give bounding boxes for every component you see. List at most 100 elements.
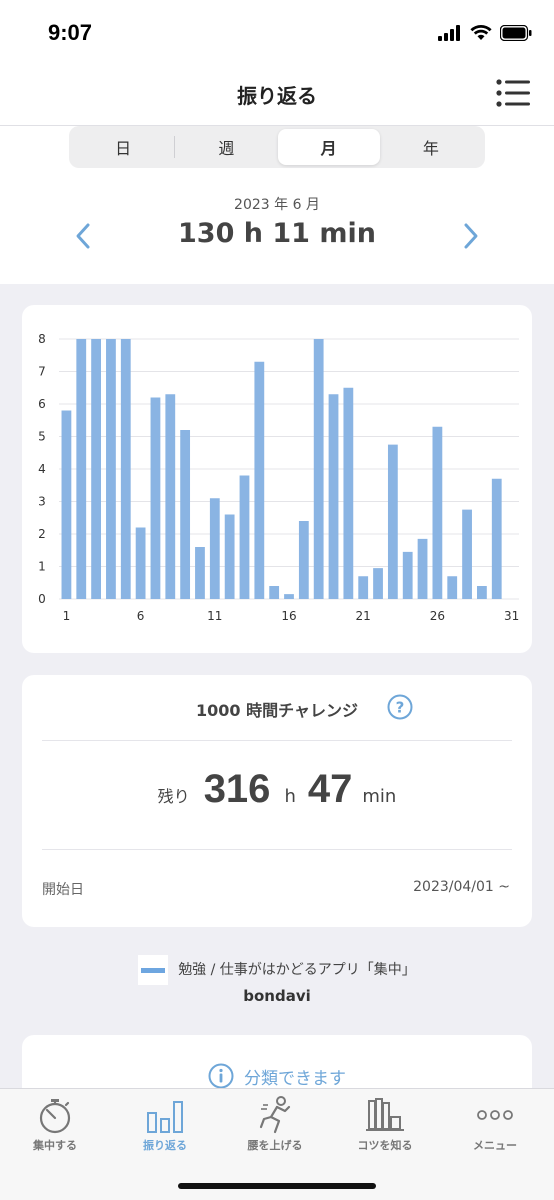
minutes-unit: min bbox=[362, 786, 397, 807]
x-tick-label: 11 bbox=[207, 609, 222, 623]
y-tick-label: 4 bbox=[38, 462, 46, 476]
chart-bar-day-10 bbox=[195, 547, 205, 599]
chart-bar-day-13 bbox=[239, 475, 250, 599]
signal-icon bbox=[438, 25, 460, 41]
status-time: 9:07 bbox=[48, 20, 93, 45]
chevron-right-icon[interactable] bbox=[458, 222, 482, 250]
x-tick-label: 21 bbox=[356, 609, 371, 623]
x-tick-label: 1 bbox=[63, 609, 71, 623]
chart-bar-day-8 bbox=[165, 394, 176, 599]
x-tick-label: 6 bbox=[137, 609, 145, 623]
chart-bar-day-17 bbox=[298, 521, 309, 599]
chart-bar-day-5 bbox=[120, 339, 131, 599]
chart-bar-day-19 bbox=[328, 394, 339, 599]
brand-name: bondavi bbox=[243, 987, 311, 1005]
period-segmented-control: 日 週 月 年 bbox=[69, 126, 485, 168]
chevron-left-icon[interactable] bbox=[72, 222, 96, 250]
tab-stand-up[interactable]: 腰を上げる bbox=[220, 1089, 330, 1169]
start-date: 2023/04/01 ~ bbox=[413, 879, 510, 895]
stretch-person-icon bbox=[259, 1096, 291, 1134]
classify-label: 分類できます bbox=[244, 1068, 346, 1089]
chart-bar-day-3 bbox=[91, 339, 101, 599]
y-tick-label: 7 bbox=[38, 365, 46, 379]
tab-label: メニュー bbox=[473, 1139, 517, 1152]
tab-label: 腰を上げる bbox=[247, 1139, 303, 1152]
more-dots-icon bbox=[477, 1110, 513, 1120]
challenge-title: 1000 時間チャレンジ bbox=[196, 701, 358, 720]
remaining-time: 残り 316 h 47 min bbox=[22, 767, 532, 812]
battery-icon bbox=[500, 25, 532, 41]
chart-bar-day-26 bbox=[432, 426, 443, 599]
tab-label: 集中する bbox=[33, 1139, 77, 1152]
chart-bar-day-20 bbox=[343, 387, 354, 599]
app-promo: 勉強 / 仕事がはかどるアプリ「集中」 bbox=[0, 955, 554, 985]
chart-bar-day-24 bbox=[402, 551, 413, 599]
chart-bar-day-30 bbox=[491, 478, 502, 599]
monthly-bar-chart: 0123456781 6 11 16 21 26 31 bbox=[38, 332, 519, 623]
divider bbox=[42, 740, 512, 741]
chart-bar-day-27 bbox=[447, 576, 458, 599]
svg-text:?: ? bbox=[396, 699, 405, 717]
x-tick-label: 26 bbox=[430, 609, 445, 623]
chart-bar-day-28 bbox=[462, 509, 472, 599]
x-tick-label: 31 bbox=[504, 609, 519, 623]
chart-bar-day-25 bbox=[417, 538, 428, 599]
chart-bar-day-11 bbox=[209, 498, 220, 599]
chart-bar-day-15 bbox=[269, 586, 280, 599]
chart-bar-day-6 bbox=[135, 527, 146, 599]
challenge-card: 1000 時間チャレンジ ? 残り 316 h 47 min 開始日 2023/… bbox=[22, 675, 532, 927]
chart-bar-day-21 bbox=[358, 576, 369, 599]
chart-bar-day-12 bbox=[224, 514, 235, 599]
chart-bar-day-2 bbox=[76, 339, 87, 599]
remaining-minutes: 47 bbox=[307, 767, 353, 811]
tab-focus[interactable]: 集中する bbox=[0, 1089, 110, 1169]
y-tick-label: 5 bbox=[38, 430, 46, 444]
tab-review[interactable]: 振り返る bbox=[110, 1089, 220, 1169]
divider bbox=[42, 849, 512, 850]
help-icon[interactable]: ? bbox=[387, 694, 413, 720]
chart-bar-day-18 bbox=[313, 339, 324, 599]
y-tick-label: 0 bbox=[38, 592, 46, 606]
x-tick-label: 16 bbox=[281, 609, 296, 623]
summary-header: 日 週 月 年 2023 年 6 月 130 h 11 min bbox=[0, 126, 554, 284]
books-icon bbox=[366, 1098, 404, 1131]
chart-bar-day-22 bbox=[373, 568, 383, 599]
y-tick-label: 1 bbox=[38, 560, 46, 574]
segment-month[interactable]: 月 bbox=[277, 129, 380, 165]
period-label: 2023 年 6 月 bbox=[234, 197, 320, 213]
nav-bar: 振り返る bbox=[0, 64, 554, 126]
chart-bar-day-23 bbox=[387, 444, 398, 599]
home-indicator bbox=[178, 1183, 376, 1189]
tab-label: 振り返る bbox=[143, 1139, 187, 1152]
tab-tips[interactable]: コツを知る bbox=[330, 1089, 440, 1169]
app-logo bbox=[138, 955, 169, 985]
chart-bar-day-7 bbox=[150, 397, 161, 599]
chart-bar-day-9 bbox=[180, 430, 191, 599]
bar-chart-icon bbox=[147, 1101, 183, 1133]
segment-day[interactable]: 日 bbox=[72, 129, 174, 165]
status-bar: 9:07 bbox=[0, 0, 554, 64]
wifi-icon bbox=[470, 25, 492, 40]
remaining-label: 残り bbox=[157, 787, 190, 806]
chart-bar-day-4 bbox=[106, 339, 116, 599]
app-promo-text: 勉強 / 仕事がはかどるアプリ「集中」 bbox=[178, 962, 416, 978]
classify-row[interactable]: 分類できます bbox=[22, 1063, 532, 1089]
list-menu-icon[interactable] bbox=[496, 78, 530, 108]
info-icon bbox=[208, 1063, 234, 1089]
page-title: 振り返る bbox=[237, 84, 317, 108]
tab-menu[interactable]: メニュー bbox=[440, 1089, 550, 1169]
y-tick-label: 6 bbox=[38, 397, 46, 411]
hours-unit: h bbox=[284, 786, 296, 807]
segment-year[interactable]: 年 bbox=[380, 129, 482, 165]
y-tick-label: 2 bbox=[38, 527, 46, 541]
chart-bar-day-29 bbox=[477, 586, 487, 599]
chart-bar-day-1 bbox=[61, 410, 72, 599]
segment-week[interactable]: 週 bbox=[175, 129, 277, 165]
status-icons bbox=[438, 22, 532, 44]
chart-bar-day-16 bbox=[284, 594, 294, 599]
monthly-chart-card: 0 1 2 3 4 5 6 7 8 1 6 11 16 21 26 31 bbox=[22, 305, 532, 653]
tab-label: コツを知る bbox=[357, 1139, 413, 1152]
stopwatch-icon bbox=[39, 1099, 71, 1134]
y-tick-label: 3 bbox=[38, 495, 46, 509]
start-label: 開始日 bbox=[42, 882, 84, 898]
